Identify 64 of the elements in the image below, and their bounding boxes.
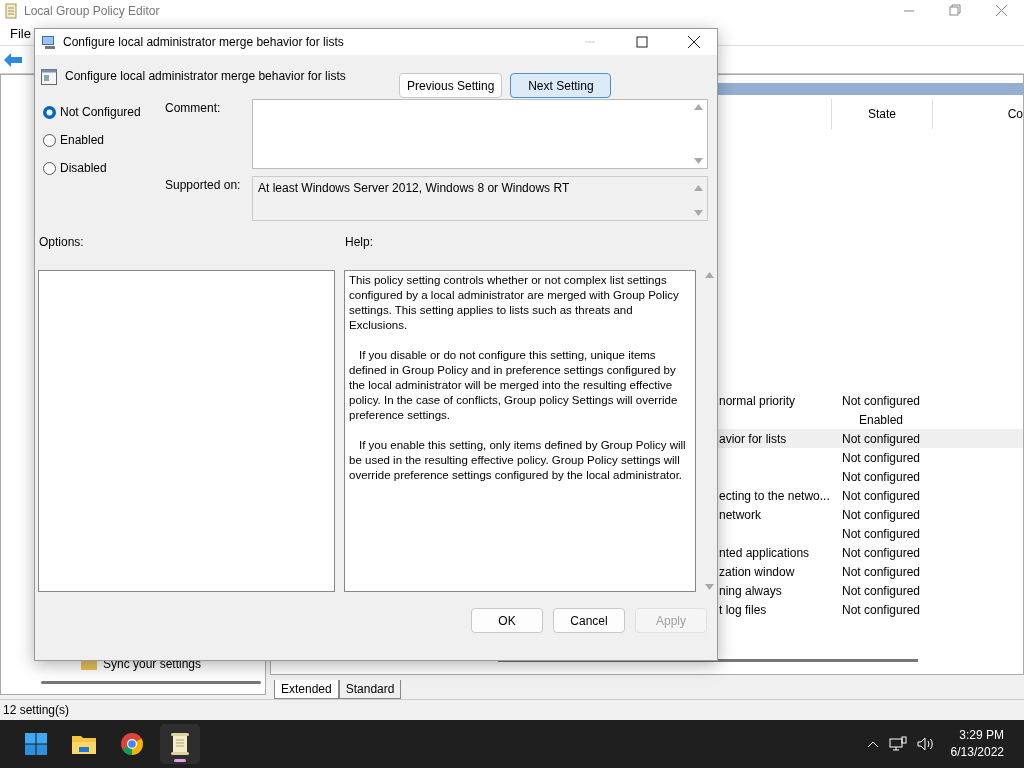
browser-icon xyxy=(121,733,143,755)
comment-field[interactable] xyxy=(252,99,708,169)
scrollbar[interactable] xyxy=(41,681,261,684)
setting-state: Not configured xyxy=(841,564,920,579)
scroll-icon xyxy=(4,3,18,19)
setting-state: Not configured xyxy=(841,545,920,560)
supported-text: At least Windows Server 2012, Windows 8 or Windows RT xyxy=(258,181,570,197)
field-label: Comment: xyxy=(165,100,222,117)
scroll-icon xyxy=(170,732,190,756)
radio-label[interactable]: Not Configured xyxy=(60,105,141,119)
column-header[interactable]: State xyxy=(868,107,896,121)
status-text: 12 setting(s) xyxy=(3,703,70,717)
setting-state: Not configured xyxy=(841,393,920,408)
policy-icon xyxy=(41,69,57,85)
volume-icon[interactable] xyxy=(916,737,935,751)
setting-state: Not configured xyxy=(841,583,920,598)
radio-label[interactable]: Disabled xyxy=(60,161,107,175)
clock-date[interactable]: 6/13/2022 xyxy=(950,744,1004,761)
setting-name: t log files xyxy=(719,602,767,617)
radio-button[interactable] xyxy=(43,133,56,147)
setting-state: Not configured xyxy=(841,602,920,617)
setting-heading: Configure local administrator merge behavior for lists xyxy=(65,69,346,83)
scroll-down-icon[interactable] xyxy=(694,158,703,164)
view-tab[interactable]: Extended xyxy=(274,680,339,699)
scroll-up-icon[interactable] xyxy=(694,185,703,191)
setting-name: normal priority xyxy=(719,393,796,408)
setting-name: ecting to the netwo... xyxy=(719,488,830,503)
help-label: Help: xyxy=(345,235,373,249)
scroll-down-icon[interactable] xyxy=(694,210,703,216)
taskbar-app[interactable] xyxy=(160,724,200,764)
radio-label[interactable]: Enabled xyxy=(60,133,105,147)
chevron-up-icon[interactable] xyxy=(866,740,879,748)
network-icon[interactable] xyxy=(888,736,907,752)
back-arrow-icon[interactable] xyxy=(4,52,22,67)
setting-state: Not configured xyxy=(841,488,920,503)
dialog-title: Configure local administrator merge behavior for lists xyxy=(63,35,345,49)
setting-state: Not configured xyxy=(841,431,920,446)
help-text: This policy setting controls whether or not complex list settings configured by a local administrator are merged with Group Policy settings. This setting applies to lists such as threats and Exclusions. If you disable or do not configure this setting, unique items defined in Group Policy and in preference settings configured by the local administrator will be merged into the resulting effective policy. In the case of conflicts, Group policy Settings will override preference settings. If you enable this setting, only items defined by Group Policy will be used in the resulting effective policy. Group Policy settings will override preference settings configured by the local administrator. xyxy=(344,270,696,592)
view-tab[interactable]: Standard xyxy=(338,680,402,699)
setting-name: network xyxy=(719,507,762,522)
nav-button[interactable]: Previous Setting xyxy=(399,73,503,98)
start-icon xyxy=(25,733,47,755)
radio-button[interactable] xyxy=(43,105,56,119)
scroll-up-icon[interactable] xyxy=(705,272,714,278)
radio-button[interactable] xyxy=(43,161,56,175)
folder-icon xyxy=(72,734,96,754)
scroll-up-icon[interactable] xyxy=(694,104,703,110)
setting-name: avior for lists xyxy=(719,431,787,446)
options-label: Options: xyxy=(39,235,85,249)
setting-state: Not configured xyxy=(841,507,920,522)
field-label: Supported on: xyxy=(165,177,242,194)
setting-name: nted applications xyxy=(719,545,810,560)
computer-icon xyxy=(41,34,57,50)
dialog-button[interactable]: OK xyxy=(471,608,543,633)
nav-button[interactable]: Next Setting xyxy=(510,73,612,98)
window-title: Local Group Policy Editor xyxy=(24,4,161,18)
setting-name: ning always xyxy=(719,583,782,598)
scroll-down-icon[interactable] xyxy=(705,584,714,590)
clock-time[interactable]: 3:29 PM xyxy=(950,727,1004,744)
menu-item[interactable]: File xyxy=(6,26,35,41)
column-header[interactable]: Co xyxy=(1007,107,1023,121)
setting-state: Not configured xyxy=(841,526,920,541)
dialog-button[interactable]: Cancel xyxy=(553,608,625,633)
setting-name: zation window xyxy=(719,564,795,579)
